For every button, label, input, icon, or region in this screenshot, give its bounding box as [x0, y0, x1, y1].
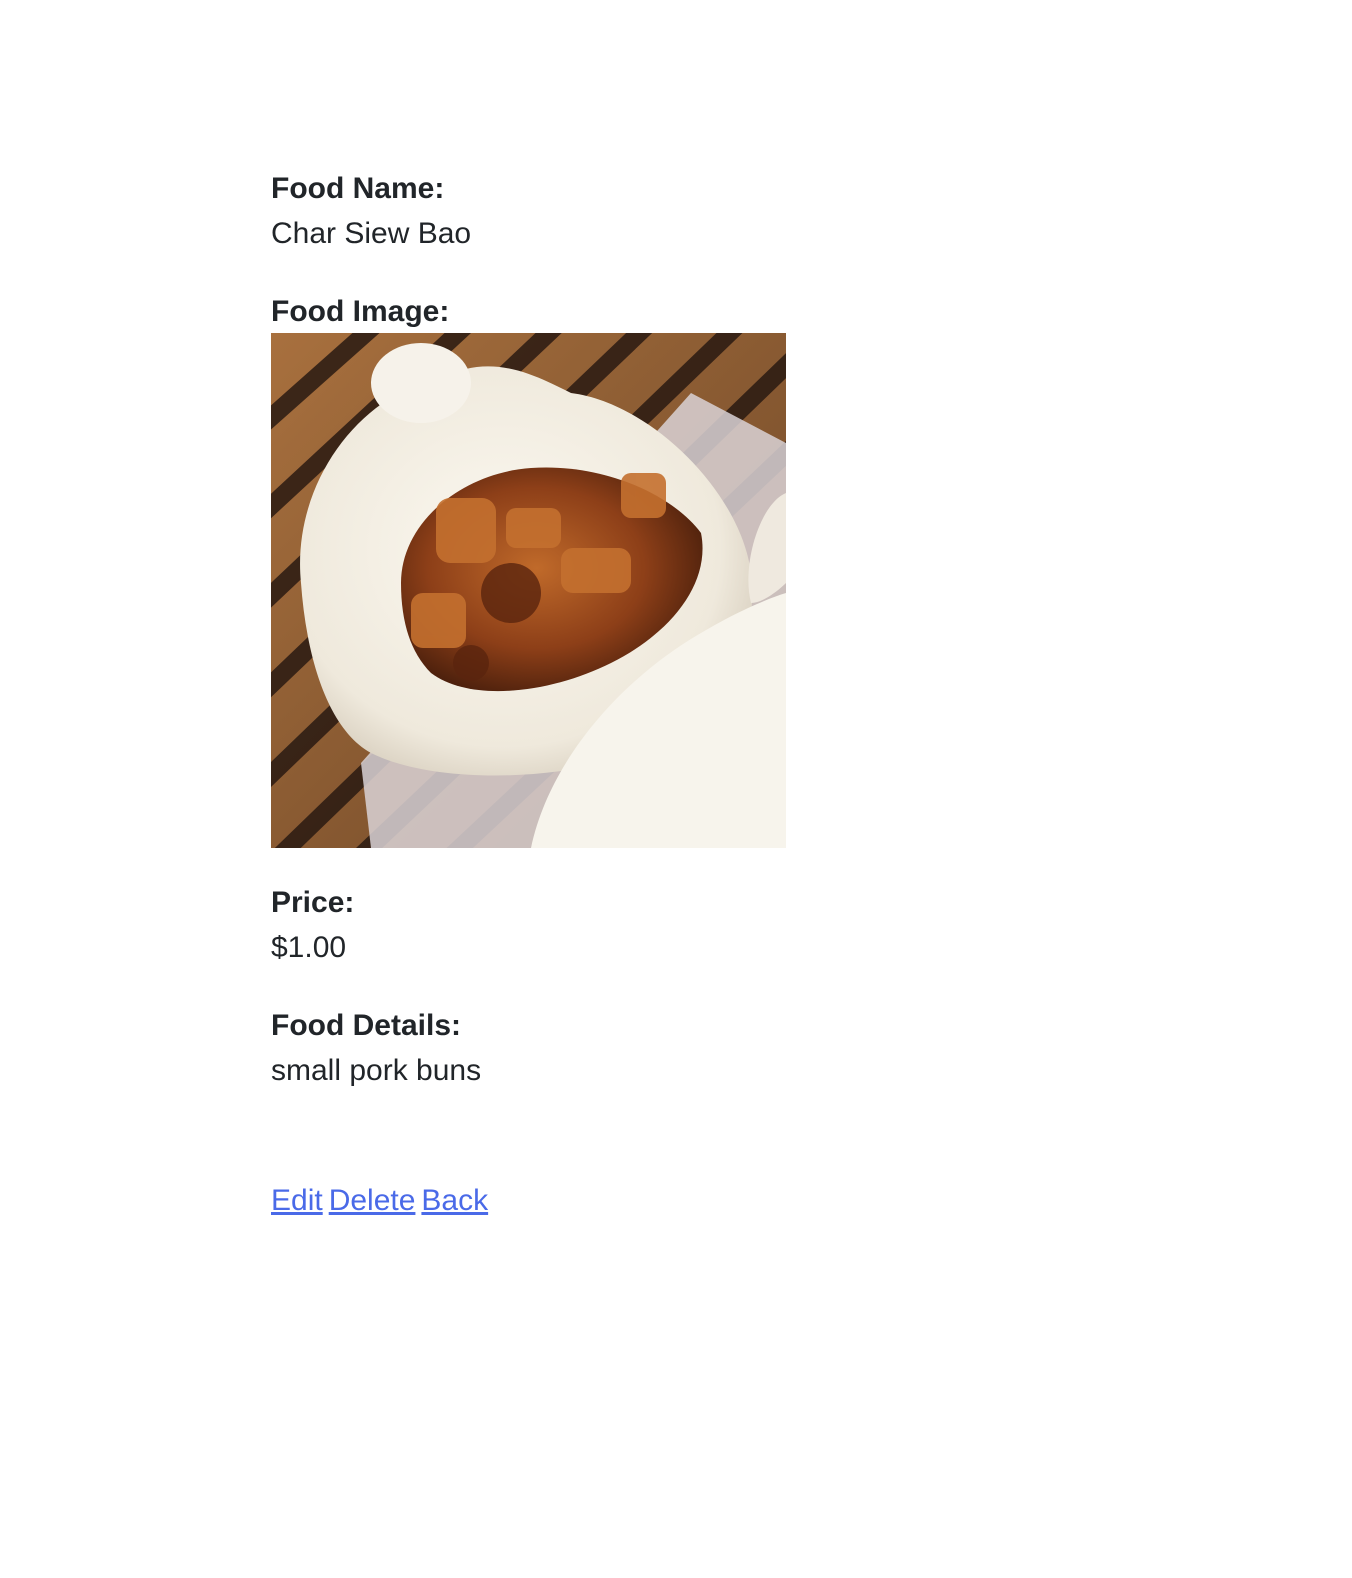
food-name-label: Food Name:: [271, 172, 445, 205]
food-name-section: Food Name: Char Siew Bao: [271, 168, 1071, 258]
price-section: Price: $1.00: [271, 882, 1071, 972]
food-details-value: small pork buns: [271, 1054, 482, 1087]
food-detail-container: Food Name: Char Siew Bao Food Image: Pri…: [271, 168, 1071, 1221]
back-link[interactable]: Back: [421, 1184, 488, 1217]
price-label: Price:: [271, 886, 355, 919]
food-image-label: Food Image:: [271, 295, 450, 328]
food-name-value: Char Siew Bao: [271, 217, 472, 250]
delete-link[interactable]: Delete: [329, 1184, 416, 1217]
food-image: [271, 333, 786, 848]
food-details-section: Food Details: small pork buns: [271, 1005, 1071, 1095]
price-value: $1.00: [271, 931, 347, 964]
food-details-label: Food Details:: [271, 1009, 462, 1042]
action-links: Edit Delete Back: [271, 1181, 1071, 1221]
edit-link[interactable]: Edit: [271, 1184, 323, 1217]
food-image-section: Food Image:: [271, 291, 1071, 848]
